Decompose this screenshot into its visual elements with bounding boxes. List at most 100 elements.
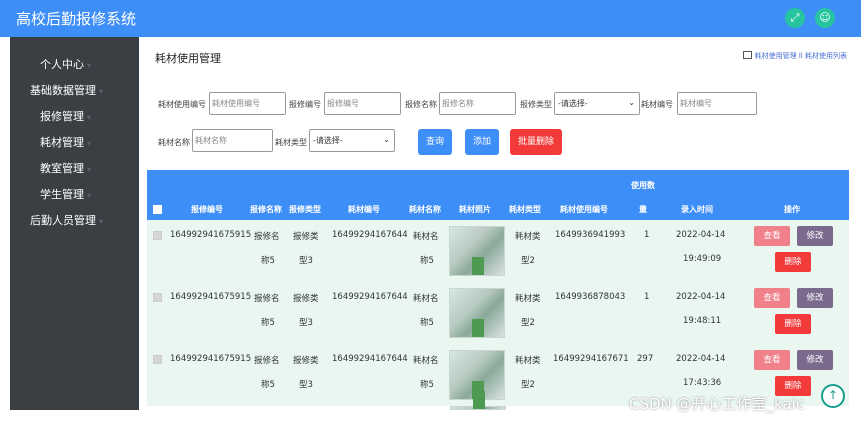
edit-button[interactable]: 修改 xyxy=(797,288,833,308)
user-icon[interactable]: ☺ xyxy=(815,8,835,28)
col-qty-top: 使用数 xyxy=(631,181,655,190)
material-no-input[interactable]: 耗材编号 xyxy=(677,92,757,115)
chevron-down-icon: ▾ xyxy=(87,113,92,122)
cell-date: 2022-04-14 xyxy=(676,230,726,240)
row-checkbox[interactable] xyxy=(153,293,162,302)
add-button[interactable]: 添加 xyxy=(465,129,499,155)
cell-usage-no: 16499294167671 xyxy=(553,354,629,364)
chevron-down-icon: ▾ xyxy=(87,61,92,70)
table-row: 164992941675915 报修名 称5 报修类 型3 1649929416… xyxy=(147,220,849,282)
cell-material-name: 耗材名 xyxy=(413,294,439,304)
app-title: 高校后勤报修系统 xyxy=(16,10,137,28)
chevron-down-icon: ▾ xyxy=(87,139,92,148)
page-title: 耗材使用管理 xyxy=(155,52,221,65)
batch-delete-button[interactable]: 批量删除 xyxy=(510,129,562,155)
edit-button[interactable]: 修改 xyxy=(797,226,833,246)
view-button[interactable]: 查看 xyxy=(754,288,790,308)
edit-button[interactable]: 修改 xyxy=(797,350,833,370)
col-repair-type: 报修类型 xyxy=(289,205,321,214)
cell-repair-no: 164992941675915 xyxy=(170,354,252,364)
cell-repair-no: 164992941675915 xyxy=(170,230,252,240)
watermark: CSDN @开心工作室_kaic xyxy=(629,395,805,413)
col-qty-bottom: 量 xyxy=(639,205,647,214)
material-photo-partial xyxy=(450,391,506,410)
cell-material-name-2: 称5 xyxy=(420,256,434,266)
usage-no-input[interactable]: 耗材使用编号 xyxy=(209,92,286,115)
scroll-top-icon[interactable]: ↑ xyxy=(821,384,845,408)
cell-usage-no: 1649936941993 xyxy=(555,230,626,240)
sidebar-item-label: 后勤人员管理 xyxy=(30,214,96,227)
fullscreen-icon[interactable]: ⤢ xyxy=(785,8,805,28)
material-type-select[interactable]: -请选择- ⌄ xyxy=(309,129,395,152)
main-content: 耗材使用管理 耗材使用管理 ll 耗材使用列表 耗材使用编号 耗材使用编号 报修… xyxy=(139,37,861,410)
cell-date: 2022-04-14 xyxy=(676,354,726,364)
cell-repair-no: 164992941675915 xyxy=(170,292,252,302)
delete-button[interactable]: 删除 xyxy=(775,252,811,272)
material-type-label: 耗材类型 xyxy=(275,138,307,147)
top-bar: 高校后勤报修系统 ⤢ ☺ xyxy=(0,0,861,37)
sidebar-item-label: 报修管理 xyxy=(40,110,84,123)
cell-material-name-2: 称5 xyxy=(420,380,434,390)
cell-material-type-2: 型2 xyxy=(521,380,535,390)
col-repair-no: 报修编号 xyxy=(191,205,223,214)
query-button[interactable]: 查询 xyxy=(418,129,452,155)
cell-time: 19:49:09 xyxy=(683,254,722,264)
material-no-label: 耗材编号 xyxy=(641,100,673,109)
breadcrumb-text[interactable]: 耗材使用管理 ll 耗材使用列表 xyxy=(755,52,847,60)
cell-repair-type: 报修类 xyxy=(293,356,319,366)
cell-material-type-2: 型2 xyxy=(521,318,535,328)
repair-name-input[interactable]: 报修名称 xyxy=(439,92,516,115)
view-button[interactable]: 查看 xyxy=(754,226,790,246)
sidebar-item-label: 个人中心 xyxy=(40,58,84,71)
sidebar-item-label: 学生管理 xyxy=(40,188,84,201)
sidebar-item-label: 教室管理 xyxy=(40,162,84,175)
chevron-down-icon: ▾ xyxy=(87,191,92,200)
cell-qty: 1 xyxy=(644,230,650,240)
chevron-down-icon: ▾ xyxy=(87,165,92,174)
row-checkbox[interactable] xyxy=(153,231,162,240)
cell-repair-type-2: 型3 xyxy=(299,256,313,266)
repair-no-input[interactable]: 报修编号 xyxy=(324,92,401,115)
select-all-checkbox[interactable] xyxy=(153,205,162,214)
cell-material-name: 耗材名 xyxy=(413,232,439,242)
delete-button[interactable]: 删除 xyxy=(775,314,811,334)
material-name-input[interactable]: 耗材名称 xyxy=(192,129,273,152)
col-usage-no: 耗材使用编号 xyxy=(560,205,608,214)
col-entry-time: 录入时间 xyxy=(681,205,713,214)
cell-repair-type-2: 型3 xyxy=(299,318,313,328)
cell-material-no: 16499294167644 xyxy=(332,230,408,240)
material-type-value: -请选择- xyxy=(313,136,343,145)
chevron-down-icon: ▾ xyxy=(99,87,104,96)
sidebar-item-basic-data[interactable]: 基础数据管理 ▾ xyxy=(30,82,103,98)
col-material-no: 耗材编号 xyxy=(348,205,380,214)
sidebar-item-personal-center[interactable]: 个人中心 ▾ xyxy=(40,56,91,72)
cell-material-name: 耗材名 xyxy=(413,356,439,366)
sidebar-item-logistics-staff[interactable]: 后勤人员管理 ▾ xyxy=(30,212,103,228)
material-photo[interactable] xyxy=(449,288,505,338)
cell-repair-name-2: 称5 xyxy=(261,256,275,266)
sidebar-item-classroom[interactable]: 教室管理 ▾ xyxy=(40,160,91,176)
view-button[interactable]: 查看 xyxy=(754,350,790,370)
home-icon[interactable] xyxy=(742,51,752,59)
sidebar-item-materials[interactable]: 耗材管理 ▾ xyxy=(40,134,91,150)
repair-type-value: -请选择- xyxy=(558,99,588,108)
col-material-type: 耗材类型 xyxy=(509,205,541,214)
cell-qty: 1 xyxy=(644,292,650,302)
sidebar-item-label: 耗材管理 xyxy=(40,136,84,149)
material-photo[interactable] xyxy=(449,226,505,276)
cell-repair-name: 报修名 xyxy=(254,232,280,242)
repair-type-select[interactable]: -请选择- ⌄ xyxy=(554,92,640,115)
usage-no-label: 耗材使用编号 xyxy=(158,100,206,109)
repair-name-label: 报修名称 xyxy=(405,100,437,109)
cell-repair-type-2: 型3 xyxy=(299,380,313,390)
chevron-down-icon: ▾ xyxy=(99,217,104,226)
sidebar-item-students[interactable]: 学生管理 ▾ xyxy=(40,186,91,202)
sidebar-item-repair[interactable]: 报修管理 ▾ xyxy=(40,108,91,124)
cell-usage-no: 1649936878043 xyxy=(555,292,626,302)
repair-type-label: 报修类型 xyxy=(520,100,552,109)
row-checkbox[interactable] xyxy=(153,355,162,364)
cell-qty: 297 xyxy=(637,354,654,364)
cell-repair-name-2: 称5 xyxy=(261,380,275,390)
cell-repair-name-2: 称5 xyxy=(261,318,275,328)
sidebar-item-label: 基础数据管理 xyxy=(30,84,96,97)
